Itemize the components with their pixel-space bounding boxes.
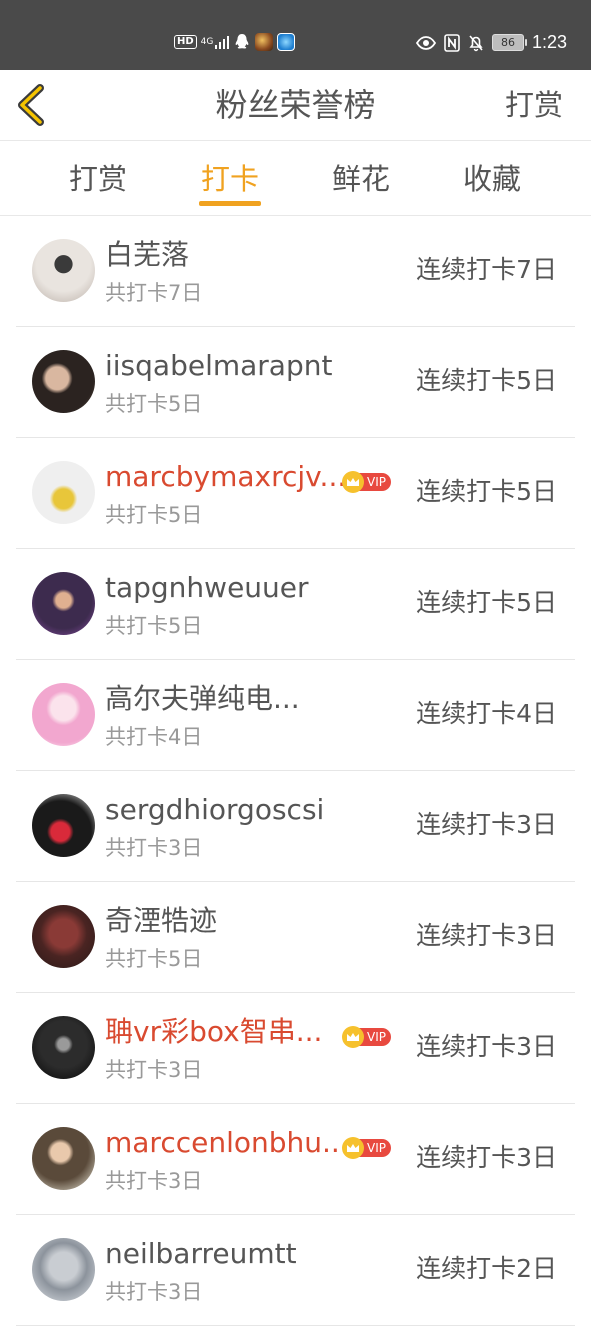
user-name: marccenlonbhu... <box>105 1126 349 1159</box>
status-right-icons: 86 1:23 <box>415 32 567 53</box>
crown-icon <box>342 1026 364 1048</box>
reward-button[interactable]: 打赏 <box>505 84 563 126</box>
user-name: sergdhiorgoscsi <box>105 793 325 826</box>
status-bar: HD 4G 86 1:23 <box>0 0 591 70</box>
mute-bell-icon <box>469 34 483 51</box>
list-item[interactable]: tapgnhweuuer 共打卡5日 连续打卡5日 <box>16 549 575 660</box>
tab-favorites[interactable]: 收藏 <box>442 161 542 197</box>
crown-icon <box>342 471 364 493</box>
list-item[interactable]: neilbarreumtt 共打卡3日 连续打卡2日 <box>16 1215 575 1326</box>
avatar <box>32 572 95 635</box>
total-checkins: 共打卡5日 <box>105 503 203 527</box>
streak-days: 连续打卡5日 <box>416 588 557 617</box>
nav-header: 粉丝荣誉榜 打赏 <box>0 70 591 141</box>
streak-days: 连续打卡3日 <box>416 921 557 950</box>
avatar <box>32 905 95 968</box>
avatar <box>32 239 95 302</box>
user-name: 白芜落 <box>105 238 190 271</box>
fan-ranking-list: 白芜落 共打卡7日 连续打卡7日 iisqabelmarapnt 共打卡5日 连… <box>0 216 591 1326</box>
user-name: 奇湮牿迹 <box>105 904 218 937</box>
crown-icon <box>342 1137 364 1159</box>
list-item[interactable]: marcbymaxrcjv... VIP 共打卡5日 连续打卡5日 <box>16 438 575 549</box>
streak-days: 连续打卡4日 <box>416 699 557 728</box>
active-tab-indicator <box>199 201 261 206</box>
avatar <box>32 683 95 746</box>
vip-badge: VIP <box>342 471 391 493</box>
streak-days: 连续打卡5日 <box>416 477 557 506</box>
user-name: 聃vr彩box智串... <box>105 1015 323 1048</box>
streak-days: 连续打卡2日 <box>416 1254 557 1283</box>
avatar <box>32 461 95 524</box>
total-checkins: 共打卡5日 <box>105 947 203 971</box>
total-checkins: 共打卡5日 <box>105 614 203 638</box>
tab-label: 打赏 <box>68 162 127 196</box>
vip-badge: VIP <box>342 1026 391 1048</box>
tab-flowers[interactable]: 鲜花 <box>311 161 411 197</box>
battery-icon: 86 <box>491 34 527 51</box>
total-checkins: 共打卡7日 <box>105 281 203 305</box>
list-item[interactable]: 高尔夫弹纯电... 共打卡4日 连续打卡4日 <box>16 660 575 771</box>
avatar <box>32 1127 95 1190</box>
total-checkins: 共打卡3日 <box>105 1058 203 1082</box>
list-item[interactable]: sergdhiorgoscsi 共打卡3日 连续打卡3日 <box>16 771 575 882</box>
tab-reward[interactable]: 打赏 <box>48 161 148 197</box>
page-title: 粉丝荣誉榜 <box>215 86 376 124</box>
user-name: tapgnhweuuer <box>105 571 309 604</box>
game-app-icon <box>254 33 273 51</box>
avatar <box>32 350 95 413</box>
user-name: marcbymaxrcjv... <box>105 460 347 493</box>
browser-app-icon <box>276 33 295 51</box>
user-name: 高尔夫弹纯电... <box>105 682 300 715</box>
network-type: 4G <box>200 36 214 47</box>
streak-days: 连续打卡7日 <box>416 255 557 284</box>
user-name: iisqabelmarapnt <box>105 349 333 382</box>
tab-label: 收藏 <box>462 162 521 196</box>
total-checkins: 共打卡4日 <box>105 725 203 749</box>
clock: 1:23 <box>531 32 567 52</box>
streak-days: 连续打卡3日 <box>416 1143 557 1172</box>
nfc-icon <box>444 33 460 52</box>
list-item[interactable]: iisqabelmarapnt 共打卡5日 连续打卡5日 <box>16 327 575 438</box>
user-name: neilbarreumtt <box>105 1237 297 1270</box>
avatar <box>32 1016 95 1079</box>
streak-days: 连续打卡3日 <box>416 810 557 839</box>
tab-label: 打卡 <box>200 162 259 196</box>
total-checkins: 共打卡3日 <box>105 1169 203 1193</box>
list-item[interactable]: marccenlonbhu... VIP 共打卡3日 连续打卡3日 <box>16 1104 575 1215</box>
total-checkins: 共打卡5日 <box>105 392 203 416</box>
vip-badge: VIP <box>342 1137 391 1159</box>
tab-label: 鲜花 <box>331 162 390 196</box>
status-left-icons: HD 4G <box>174 33 295 51</box>
total-checkins: 共打卡3日 <box>105 1280 203 1304</box>
eye-icon <box>415 35 436 50</box>
streak-days: 连续打卡5日 <box>416 366 557 395</box>
list-item[interactable]: 奇湮牿迹 共打卡5日 连续打卡3日 <box>16 882 575 993</box>
qq-icon <box>235 34 249 49</box>
signal-icon <box>214 35 229 49</box>
list-item[interactable]: 聃vr彩box智串... VIP 共打卡3日 连续打卡3日 <box>16 993 575 1104</box>
streak-days: 连续打卡3日 <box>416 1032 557 1061</box>
list-item[interactable]: 白芜落 共打卡7日 连续打卡7日 <box>16 216 575 327</box>
total-checkins: 共打卡3日 <box>105 836 203 860</box>
avatar <box>32 794 95 857</box>
avatar <box>32 1238 95 1301</box>
hd-icon: HD <box>174 35 197 49</box>
tab-bar: 打赏 打卡 鲜花 收藏 <box>0 141 591 216</box>
tab-checkin[interactable]: 打卡 <box>180 161 280 206</box>
